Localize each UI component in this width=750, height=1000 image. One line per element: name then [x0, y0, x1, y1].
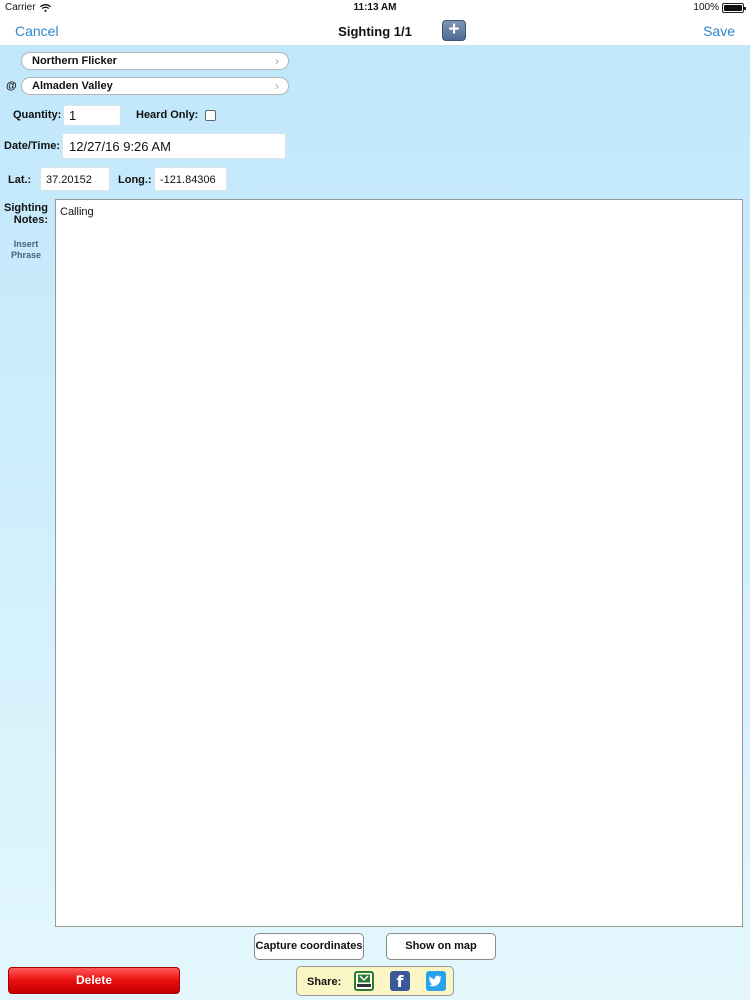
listserv-share-icon[interactable]	[354, 971, 374, 991]
insert-phrase-line1: Insert	[13, 239, 39, 249]
long-input[interactable]: -121.84306	[154, 167, 227, 191]
chevron-right-icon: ›	[275, 79, 279, 93]
location-value: Almaden Valley	[32, 80, 113, 92]
notes-label-line1: Sighting	[4, 202, 48, 214]
show-on-map-button[interactable]: Show on map	[386, 933, 496, 960]
datetime-label: Date/Time:	[4, 140, 61, 152]
sighting-notes-textarea[interactable]: Calling	[55, 199, 743, 927]
battery-fill	[724, 4, 742, 11]
lat-input[interactable]: 37.20152	[40, 167, 110, 191]
twitter-bird-icon	[429, 975, 442, 987]
nav-bar: Cancel Sighting 1/1 + Save	[0, 16, 750, 46]
species-value: Northern Flicker	[32, 55, 117, 67]
heard-only-label: Heard Only:	[136, 109, 199, 121]
location-prefix: @	[6, 80, 17, 92]
status-right: 100%	[693, 2, 746, 13]
delete-button[interactable]: Delete	[8, 967, 180, 994]
sighting-notes-label: Sighting Notes:	[4, 202, 48, 226]
share-label: Share:	[307, 976, 342, 988]
insert-phrase-line2: Phrase	[10, 250, 42, 260]
insert-phrase-button[interactable]: Insert Phrase	[8, 239, 44, 261]
notes-text: Calling	[60, 206, 94, 218]
location-selector[interactable]: Almaden Valley ›	[21, 77, 289, 95]
quantity-label: Quantity:	[13, 109, 62, 121]
status-bar: Carrier 11:13 AM 100%	[0, 0, 750, 16]
heard-only-checkbox[interactable]	[205, 110, 216, 121]
chevron-right-icon: ›	[275, 54, 279, 68]
lat-label: Lat.:	[8, 174, 32, 186]
battery-icon	[722, 2, 746, 13]
twitter-icon[interactable]	[426, 971, 446, 991]
capture-coordinates-button[interactable]: Capture coordinates	[254, 933, 364, 960]
listserv-glyph-icon	[357, 974, 371, 987]
quantity-input[interactable]: 1	[63, 105, 121, 126]
add-sighting-button[interactable]: +	[442, 20, 466, 41]
page-title: Sighting 1/1	[338, 24, 412, 39]
save-button[interactable]: Save	[703, 23, 735, 39]
facebook-icon[interactable]: f	[390, 971, 410, 991]
battery-percent: 100%	[693, 2, 719, 13]
long-label: Long.:	[118, 174, 152, 186]
notes-label-line2: Notes:	[13, 214, 48, 226]
species-selector[interactable]: Northern Flicker ›	[21, 52, 289, 70]
status-time: 11:13 AM	[353, 2, 397, 13]
share-bar: Share: f	[296, 966, 454, 996]
datetime-input[interactable]: 12/27/16 9:26 AM	[62, 133, 286, 159]
